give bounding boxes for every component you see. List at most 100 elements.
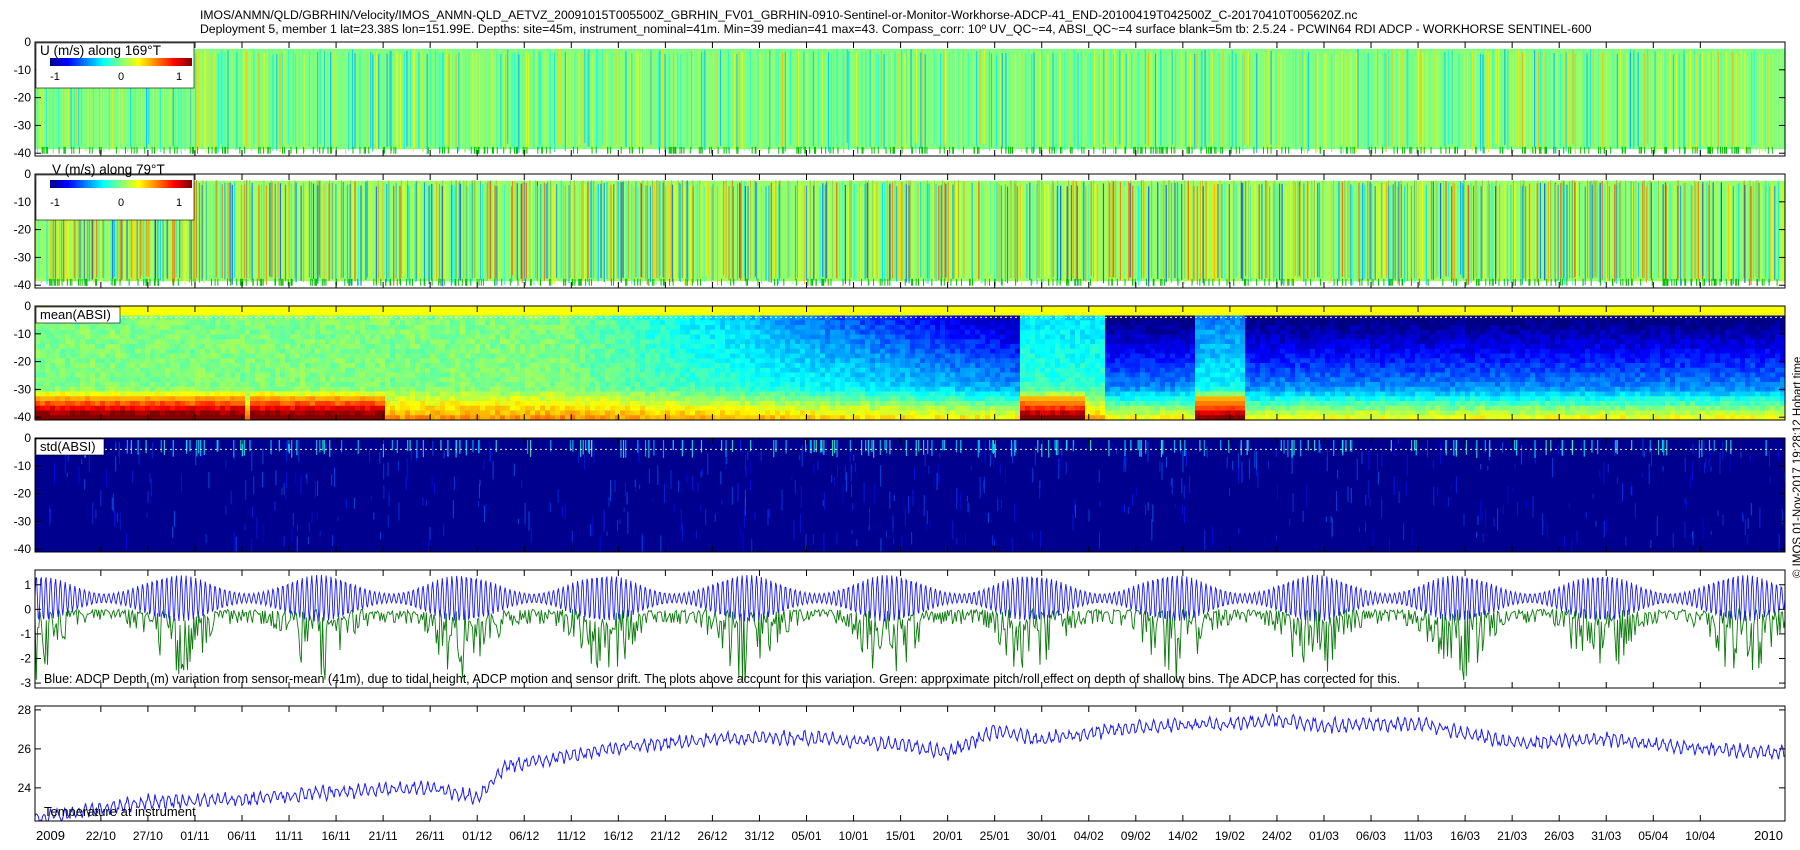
heatmap-bottom-mark <box>322 278 324 286</box>
heatmap-cell <box>345 377 351 383</box>
heatmap-bottom-mark <box>879 278 881 286</box>
heatmap-cell <box>215 315 221 321</box>
heatmap-cell <box>155 358 161 364</box>
heatmap-cell <box>60 382 66 388</box>
heatmap-cell <box>415 401 421 407</box>
heatmap-stripe <box>205 52 207 153</box>
heatmap-cell <box>405 344 411 350</box>
heatmap-bottom-mark <box>487 146 489 154</box>
heatmap-cell <box>45 396 51 402</box>
heatmap-cell <box>370 334 376 340</box>
heatmap-cell <box>300 334 306 340</box>
heatmap-cell <box>455 310 461 317</box>
heatmap-cell <box>450 405 456 412</box>
heatmap-cell <box>390 396 396 402</box>
heatmap-stripe <box>1711 182 1713 279</box>
heatmap-stripe <box>1434 49 1436 148</box>
heatmap-cell <box>425 348 431 355</box>
heatmap-bottom-mark <box>690 146 692 154</box>
heatmap-cell <box>365 396 371 402</box>
heatmap-cell <box>535 315 541 321</box>
heatmap-cell <box>140 386 146 393</box>
heatmap-stripe <box>1171 50 1173 145</box>
heatmap-stripe <box>366 180 368 278</box>
heatmap-cell <box>340 353 346 359</box>
heatmap-cell <box>495 401 501 407</box>
heatmap-cell <box>410 344 416 350</box>
heatmap-cell <box>475 329 481 336</box>
heatmap-bottom-mark <box>1211 146 1213 154</box>
heatmap-cell <box>95 396 101 402</box>
heatmap-cell <box>350 401 356 407</box>
heatmap-cell <box>505 353 511 359</box>
heatmap-cell <box>75 344 81 350</box>
heatmap-cell <box>490 348 496 355</box>
heatmap-cell <box>400 396 406 402</box>
heatmap-cell <box>330 377 336 383</box>
heatmap-cell <box>495 320 501 326</box>
heatmap-stripe <box>236 52 238 150</box>
heatmap-stripe <box>1115 180 1117 278</box>
heatmap-bottom-mark <box>274 278 276 286</box>
heatmap-cell <box>90 367 96 374</box>
heatmap-stripe <box>1087 54 1089 148</box>
heatmap-cell <box>155 315 161 321</box>
heatmap-bottom-mark <box>873 278 875 286</box>
heatmap-stripe <box>1737 51 1739 152</box>
heatmap-stripe <box>1408 182 1410 277</box>
heatmap-stripe <box>898 52 900 148</box>
heatmap-cell <box>320 401 326 407</box>
heatmap-stripe <box>787 180 789 278</box>
heatmap-cell <box>295 386 301 393</box>
heatmap-cell <box>350 363 356 369</box>
heatmap-cell <box>510 363 516 369</box>
heatmap-cell <box>415 410 421 416</box>
heatmap-cell <box>260 367 266 374</box>
heatmap-cell <box>475 377 481 383</box>
heatmap-stripe <box>1072 180 1074 278</box>
heatmap-stripe <box>1645 186 1648 283</box>
heatmap-cell <box>350 325 356 331</box>
heatmap-cell <box>535 401 541 407</box>
heatmap-cell <box>390 401 396 407</box>
heatmap-stripe <box>1476 180 1478 278</box>
heatmap-bottom-mark <box>1545 146 1547 154</box>
heatmap-stripe <box>284 184 287 282</box>
heatmap-bottom-mark <box>49 278 51 286</box>
heatmap-cell <box>430 405 436 412</box>
heatmap-cell <box>350 310 356 317</box>
heatmap-cell <box>490 405 496 412</box>
heatmap-cell <box>535 377 541 383</box>
heatmap-cell <box>260 334 266 340</box>
heatmap-cell <box>405 358 411 364</box>
heatmap-cell <box>315 320 321 326</box>
heatmap-cell <box>340 315 346 321</box>
heatmap-cell <box>410 320 416 326</box>
heatmap-bottom-mark <box>1166 146 1168 154</box>
heatmap-cell <box>260 391 266 397</box>
heatmap-cell <box>240 348 246 355</box>
heatmap-bottom-mark <box>778 146 780 154</box>
heatmap-cell <box>485 329 491 336</box>
heatmap-cell <box>275 358 281 364</box>
heatmap-cell <box>210 405 216 412</box>
heatmap-bottom-mark <box>1383 278 1385 286</box>
heatmap-stripe <box>1630 181 1632 280</box>
heatmap-bottom-mark <box>1653 146 1655 154</box>
heatmap-cell <box>335 315 341 321</box>
heatmap-cell <box>335 344 341 350</box>
heatmap-stripe <box>1398 181 1400 282</box>
heatmap-cell <box>175 334 181 340</box>
heatmap-cell <box>235 348 241 355</box>
heatmap-bottom-mark <box>610 278 612 286</box>
heatmap-bottom-mark <box>1503 278 1505 286</box>
heatmap-stripe <box>1341 51 1343 146</box>
heatmap-bottom-mark <box>1070 146 1072 154</box>
heatmap-cell <box>80 405 86 412</box>
heatmap-stripe <box>1637 183 1640 277</box>
heatmap-bottom-mark <box>64 146 66 154</box>
heatmap-stripe <box>354 53 356 149</box>
heatmap-cell <box>320 315 326 321</box>
heatmap-bottom-mark <box>1651 146 1653 154</box>
heatmap-cell <box>195 334 201 340</box>
